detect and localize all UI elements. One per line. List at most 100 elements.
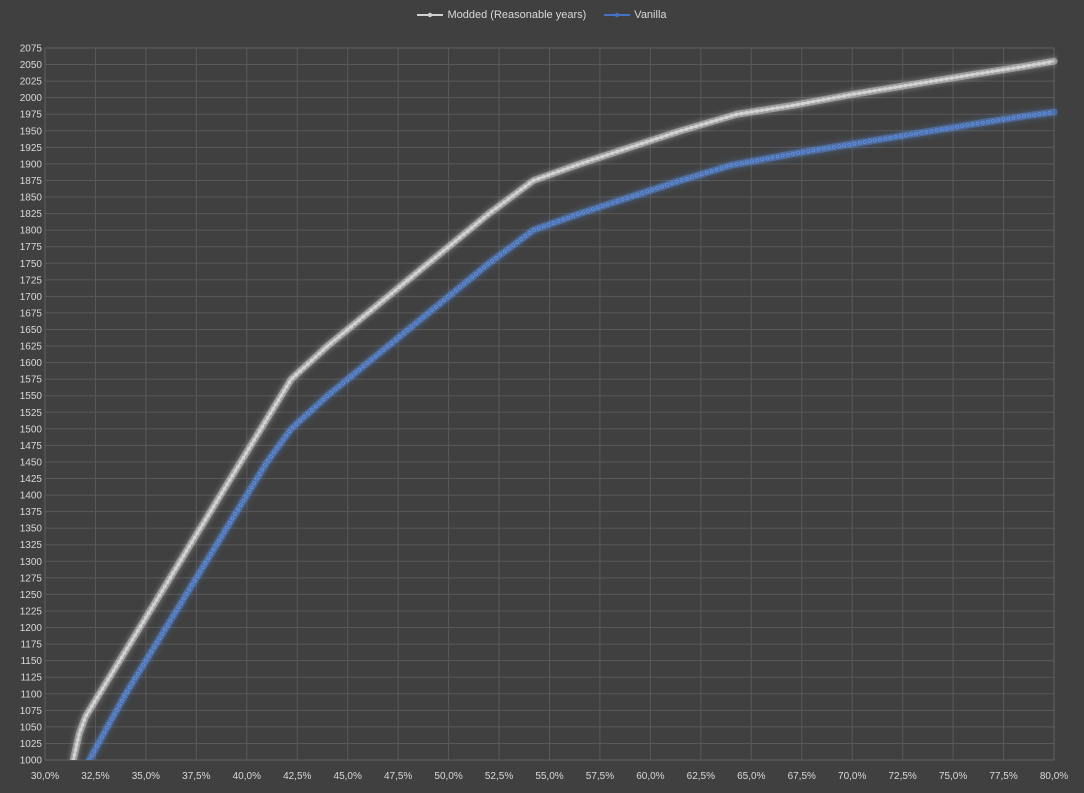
series-point: [176, 562, 181, 567]
series-point: [84, 713, 89, 718]
series-point: [302, 365, 306, 370]
series-point: [271, 407, 275, 411]
series-point: [929, 129, 934, 133]
x-axis-ticks: 30,0% 32,5% 35,0% 37,5% 40,0% 42,5% 45,0% 47,5%…: [31, 771, 1068, 782]
series-point: [714, 167, 719, 172]
x-tick-label: 60,0%: [636, 771, 664, 782]
y-tick-label: 1950: [20, 126, 43, 137]
series-point: [1011, 66, 1016, 71]
series-point: [176, 605, 181, 610]
series-point: [649, 138, 654, 143]
series-point: [130, 637, 135, 642]
series-point: [494, 255, 499, 260]
series-point: [278, 442, 282, 446]
series-point: [620, 197, 625, 202]
series-point: [187, 544, 192, 549]
series-point: [749, 110, 754, 114]
series-point: [381, 298, 386, 303]
series-point: [144, 615, 148, 620]
series-point: [466, 278, 470, 283]
series-point: [117, 703, 122, 708]
series-point: [934, 128, 939, 133]
series-point: [868, 139, 872, 143]
series-point: [200, 565, 205, 570]
series-point: [209, 552, 213, 556]
series-point: [265, 415, 270, 420]
series-point: [165, 580, 170, 584]
series-point: [939, 127, 944, 132]
series-point: [401, 331, 406, 336]
series-point: [924, 80, 928, 85]
series-point: [909, 132, 913, 137]
series-point: [76, 737, 80, 742]
series-point: [724, 115, 729, 120]
series-point: [341, 331, 345, 336]
series-point: [195, 531, 200, 536]
series-point: [272, 450, 276, 455]
series-point: [765, 156, 770, 161]
series-point: [595, 156, 600, 160]
series-point: [600, 204, 605, 208]
series-point: [674, 179, 679, 184]
series-point: [313, 355, 318, 359]
series-point: [345, 377, 350, 382]
series-point: [511, 243, 515, 248]
series-point: [913, 82, 918, 86]
y-tick-label: 1525: [20, 408, 43, 419]
series-point: [590, 207, 595, 212]
series-point: [206, 556, 211, 561]
series-point: [669, 131, 674, 136]
series-point: [222, 529, 227, 534]
series-point: [238, 460, 243, 464]
series-point: [227, 521, 232, 525]
series-point: [369, 308, 374, 313]
series-point: [485, 212, 490, 217]
series-point: [122, 651, 127, 655]
series-point: [78, 727, 83, 732]
series-point: [249, 485, 254, 490]
series-point: [217, 495, 221, 500]
x-tick-label: 67,5%: [788, 771, 816, 782]
series-point: [385, 344, 390, 349]
series-point: [90, 753, 94, 758]
series-point: [640, 191, 645, 195]
series-point: [99, 735, 104, 739]
series-point: [729, 163, 734, 168]
series-point: [260, 467, 265, 472]
series-point: [114, 664, 119, 669]
series-point: [561, 168, 565, 172]
series-point: [284, 433, 289, 438]
series-point: [785, 104, 790, 109]
series-point: [109, 717, 114, 721]
series-point: [975, 121, 980, 126]
series-point: [991, 119, 995, 123]
series-point: [192, 578, 197, 583]
series-point: [811, 148, 816, 153]
series-point: [341, 380, 346, 385]
series-point: [421, 314, 426, 319]
series-point: [181, 596, 186, 601]
series-point: [179, 557, 183, 562]
series-point: [975, 72, 980, 76]
series-point: [1031, 62, 1036, 67]
series-point: [337, 384, 342, 388]
series-point: [117, 660, 121, 664]
y-tick-label: 1575: [20, 375, 43, 386]
series-point: [98, 691, 102, 695]
series-point: [893, 135, 898, 139]
series-point: [238, 503, 243, 508]
series-point: [192, 535, 197, 540]
series-point: [233, 512, 238, 516]
series-point: [955, 124, 959, 129]
series-point: [465, 229, 470, 233]
series-point: [630, 194, 635, 199]
series-point: [1006, 116, 1011, 121]
series-point: [494, 206, 498, 211]
series-point: [527, 181, 532, 186]
series-point: [486, 262, 490, 266]
series-point: [209, 509, 213, 513]
series-point: [965, 123, 970, 127]
series-point: [689, 125, 694, 130]
series-point: [310, 408, 314, 412]
series-point: [160, 589, 165, 593]
